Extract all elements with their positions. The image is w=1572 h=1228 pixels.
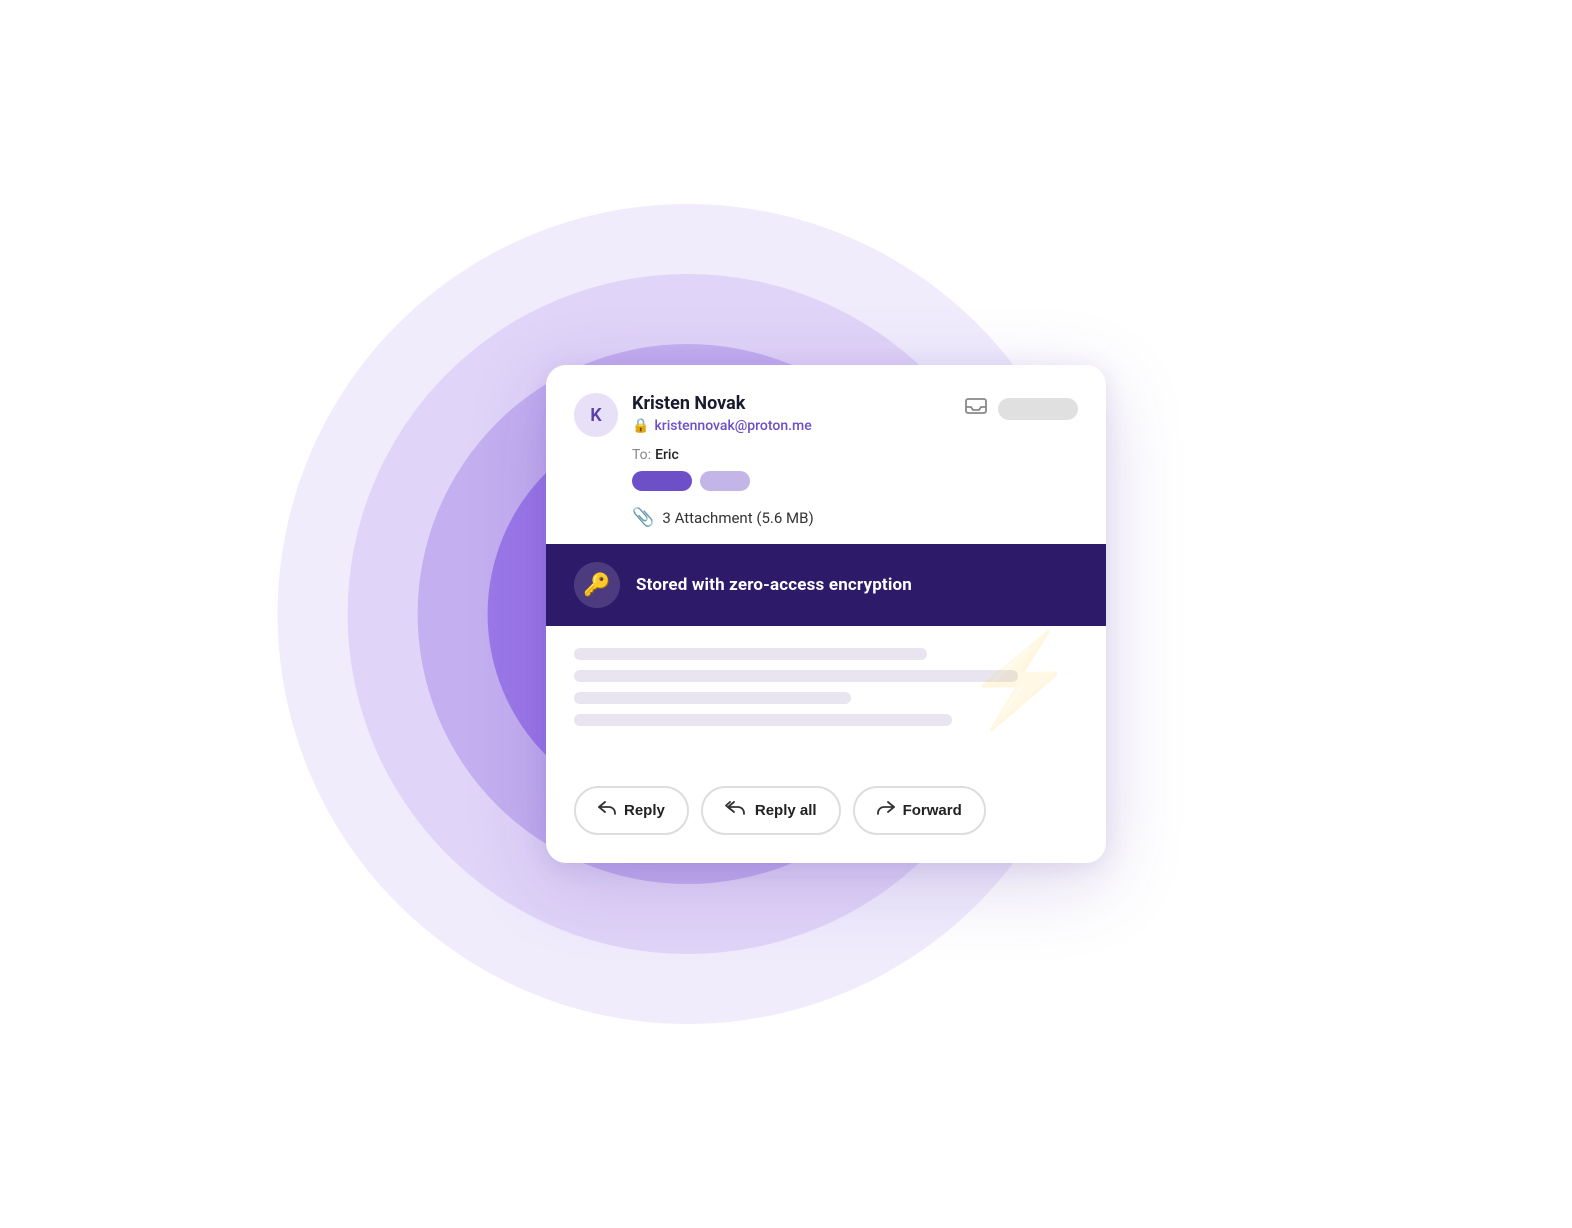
content-line-2 bbox=[574, 670, 1018, 682]
reply-all-icon bbox=[725, 800, 747, 821]
sender-row: K Kristen Novak 🔒 kristennovak@proton.me bbox=[574, 393, 1078, 437]
tag-light bbox=[700, 471, 750, 491]
inbox-icon bbox=[964, 393, 988, 424]
sender-name: Kristen Novak bbox=[632, 393, 812, 415]
attachment-text: 3 Attachment (5.6 MB) bbox=[662, 509, 813, 527]
content-line-1 bbox=[574, 648, 927, 660]
encryption-banner: 🔑 Stored with zero-access encryption bbox=[546, 544, 1106, 626]
avatar: K bbox=[574, 393, 618, 437]
forward-icon bbox=[877, 800, 895, 821]
reply-all-button[interactable]: Reply all bbox=[701, 786, 841, 835]
to-label: To: bbox=[632, 447, 651, 463]
key-icon-circle: 🔑 bbox=[574, 562, 620, 608]
tag-purple bbox=[632, 471, 692, 491]
content-lines bbox=[574, 648, 1078, 726]
reply-button[interactable]: Reply bbox=[574, 786, 689, 835]
reply-all-label: Reply all bbox=[755, 802, 817, 819]
to-name: Eric bbox=[655, 447, 679, 463]
key-icon: 🔑 bbox=[583, 573, 610, 598]
forward-button[interactable]: Forward bbox=[853, 786, 986, 835]
email-card-wrapper: K Kristen Novak 🔒 kristennovak@proton.me bbox=[546, 365, 1106, 863]
encryption-label: Stored with zero-access encryption bbox=[636, 575, 912, 595]
header-status-pill bbox=[998, 398, 1078, 420]
sender-left: K Kristen Novak 🔒 kristennovak@proton.me bbox=[574, 393, 812, 437]
sender-email-row: 🔒 kristennovak@proton.me bbox=[632, 418, 812, 434]
sender-info: Kristen Novak 🔒 kristennovak@proton.me bbox=[632, 393, 812, 434]
action-buttons: Reply Reply all bbox=[546, 766, 1106, 863]
sender-email[interactable]: kristennovak@proton.me bbox=[654, 418, 811, 434]
paperclip-icon: 📎 bbox=[632, 507, 654, 528]
forward-label: Forward bbox=[903, 802, 962, 819]
card-header: K Kristen Novak 🔒 kristennovak@proton.me bbox=[546, 365, 1106, 544]
email-card: K Kristen Novak 🔒 kristennovak@proton.me bbox=[546, 365, 1106, 863]
lock-icon: 🔒 bbox=[632, 418, 649, 434]
tag-row bbox=[632, 471, 1078, 491]
to-row: To: Eric bbox=[632, 447, 1078, 463]
header-right bbox=[964, 393, 1078, 424]
reply-icon bbox=[598, 800, 616, 821]
content-line-3 bbox=[574, 692, 851, 704]
reply-label: Reply bbox=[624, 802, 665, 819]
content-area: ⚡ bbox=[546, 626, 1106, 766]
attachment-row: 📎 3 Attachment (5.6 MB) bbox=[632, 507, 1078, 544]
content-line-4 bbox=[574, 714, 952, 726]
